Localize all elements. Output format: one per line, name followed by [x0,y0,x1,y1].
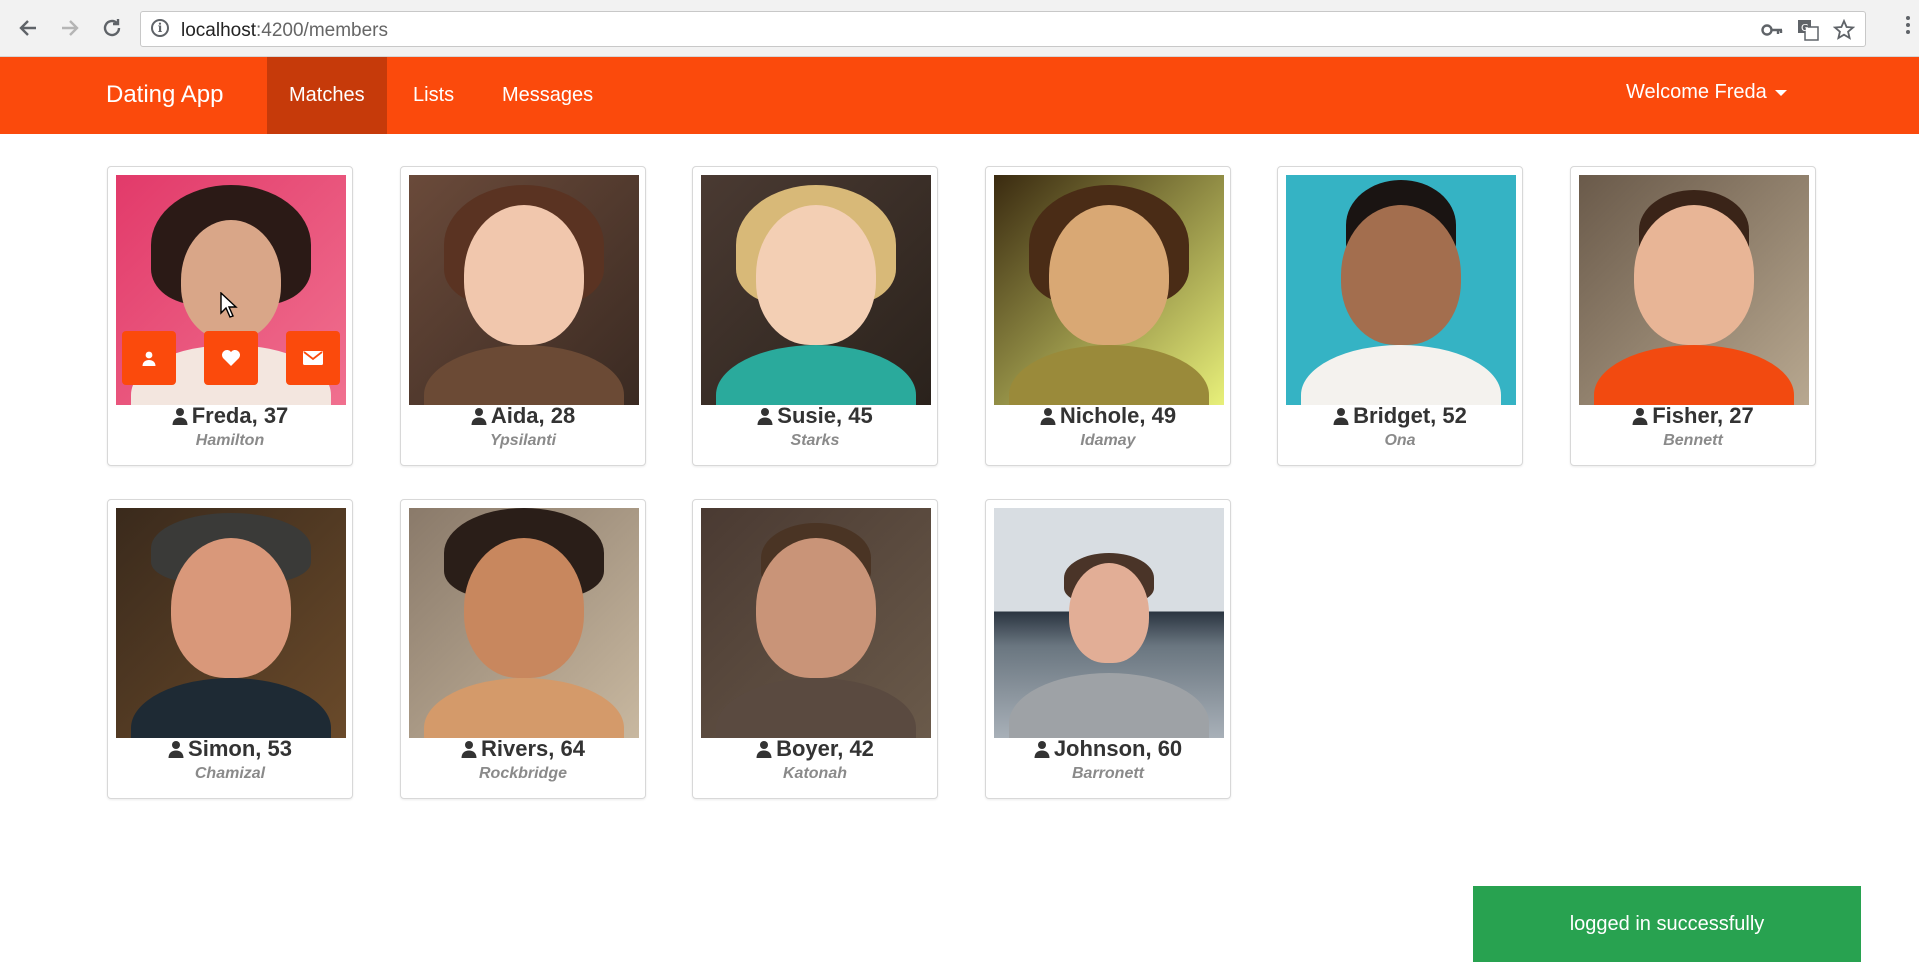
member-card[interactable]: Johnson, 60 Barronett [985,499,1231,799]
info-icon[interactable]: i [151,19,169,37]
like-button[interactable] [204,331,258,385]
member-city: Bennett [1663,432,1723,449]
member-card[interactable]: Simon, 53 Chamizal [107,499,353,799]
user-icon [168,741,184,758]
member-name: Aida, 28 [401,403,645,429]
member-name: Simon, 53 [108,736,352,762]
member-name: Boyer, 42 [693,736,937,762]
browser-toolbar: i localhost:4200/members G [0,0,1919,57]
member-photo [1579,175,1809,405]
user-icon [756,741,772,758]
nav-lists[interactable]: Lists [391,57,476,134]
member-name: Nichole, 49 [986,403,1230,429]
success-toast[interactable]: logged in successfully [1473,886,1861,962]
heart-icon [222,350,240,366]
member-photo [116,508,346,738]
member-card[interactable]: Boyer, 42 Katonah [692,499,938,799]
star-icon[interactable] [1833,19,1855,41]
reload-icon [103,19,121,37]
envelope-icon [303,351,323,365]
member-name: Freda, 37 [108,403,352,429]
member-photo [701,508,931,738]
mouse-cursor-icon [220,292,238,318]
nav-matches[interactable]: Matches [267,57,387,134]
user-icon [461,741,477,758]
user-icon [1034,741,1050,758]
member-city: Ypsilanti [489,432,557,449]
key-icon[interactable] [1761,22,1783,38]
member-card[interactable]: Bridget, 52 Ona [1277,166,1523,466]
member-photo [409,175,639,405]
member-card[interactable]: Aida, 28 Ypsilanti [400,166,646,466]
member-photo [1286,175,1516,405]
message-button[interactable] [286,331,340,385]
svg-text:G: G [1801,23,1809,34]
menu-icon[interactable] [1905,16,1911,37]
url-text[interactable]: localhost:4200/members [181,20,388,42]
member-card[interactable]: Rivers, 64 Rockbridge [400,499,646,799]
member-card[interactable]: Nichole, 49 Idamay [985,166,1231,466]
translate-icon[interactable]: G [1797,19,1819,41]
member-card[interactable]: Susie, 45 Starks [692,166,938,466]
member-photo [701,175,931,405]
member-city: Starks [790,432,840,449]
arrow-left-icon [19,20,36,36]
member-card[interactable]: Fisher, 27 Bennett [1570,166,1816,466]
member-photo [409,508,639,738]
address-bar[interactable]: i localhost:4200/members G [140,11,1866,47]
brand-logo[interactable]: Dating App [106,81,223,109]
member-name: Bridget, 52 [1278,403,1522,429]
user-icon [471,408,487,425]
member-city: Chamizal [194,765,266,782]
member-photo [994,175,1224,405]
user-icon [1632,408,1648,425]
forward-button[interactable] [56,14,84,42]
arrow-right-icon [62,20,79,36]
user-icon [1333,408,1349,425]
card-action-bar [116,331,346,385]
user-icon [172,408,188,425]
user-icon [757,408,773,425]
caret-down-icon [1774,89,1787,96]
member-city: Rockbridge [478,765,567,782]
user-dropdown[interactable]: Welcome Freda [1626,81,1787,104]
back-button[interactable] [14,14,42,42]
view-profile-button[interactable] [122,331,176,385]
member-city: Barronett [1071,765,1144,782]
member-city: Hamilton [195,432,265,449]
member-city: Ona [1384,432,1416,449]
member-name: Rivers, 64 [401,736,645,762]
member-name: Susie, 45 [693,403,937,429]
member-photo [994,508,1224,738]
nav-messages[interactable]: Messages [480,57,615,134]
member-city: Katonah [783,765,847,782]
user-icon [1040,408,1056,425]
member-city: Idamay [1080,432,1136,449]
reload-button[interactable] [98,14,126,42]
user-icon [142,351,156,366]
app-navbar: Dating App Matches Lists Messages Welcom… [0,57,1919,134]
member-name: Johnson, 60 [986,736,1230,762]
member-name: Fisher, 27 [1571,403,1815,429]
